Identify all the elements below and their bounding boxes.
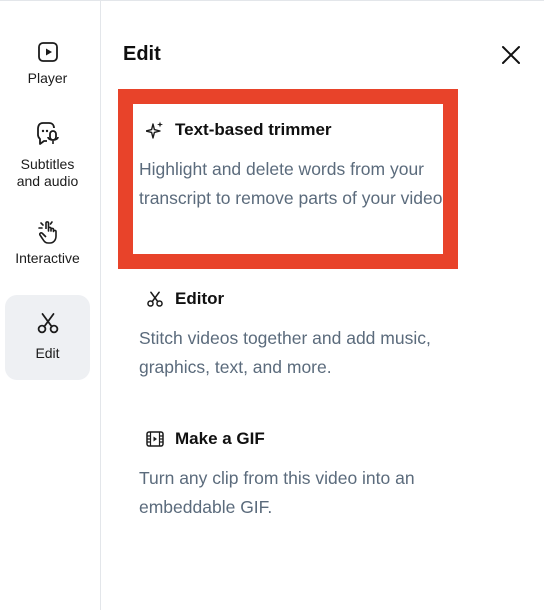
option-title: Editor	[175, 289, 225, 308]
sidebar-nav: Player Subtitles and audio Interactive E…	[0, 0, 101, 610]
sidebar-item-label: Player	[27, 70, 68, 86]
sidebar-item-subtitles-audio[interactable]: Subtitles and audio	[5, 120, 90, 194]
option-description: Stitch videos together and add music, gr…	[139, 328, 431, 377]
close-icon	[502, 46, 520, 64]
option-editor[interactable]: Editor Stitch videos together and add mu…	[139, 288, 459, 382]
sidebar-item-interactive[interactable]: Interactive	[5, 218, 90, 276]
sidebar-item-player[interactable]: Player	[5, 38, 90, 94]
sidebar-item-label: Edit	[35, 345, 60, 361]
scissors-icon	[34, 309, 62, 337]
scissors-icon	[145, 289, 165, 309]
highlight-annotation-box	[118, 89, 458, 269]
sidebar-item-edit[interactable]: Edit	[5, 295, 90, 380]
subtitles-audio-icon	[34, 120, 62, 148]
sidebar-item-label: Subtitles and audio	[16, 156, 79, 189]
close-button[interactable]	[498, 42, 524, 68]
option-make-gif[interactable]: Make a GIF Turn any clip from this video…	[139, 428, 459, 522]
film-icon	[145, 429, 165, 449]
play-icon	[34, 38, 62, 66]
page-title: Edit	[123, 43, 161, 65]
tap-hand-icon	[34, 218, 62, 246]
option-description: Turn any clip from this video into an em…	[139, 468, 415, 517]
sidebar-item-label: Interactive	[15, 250, 80, 266]
option-title: Make a GIF	[175, 429, 265, 448]
